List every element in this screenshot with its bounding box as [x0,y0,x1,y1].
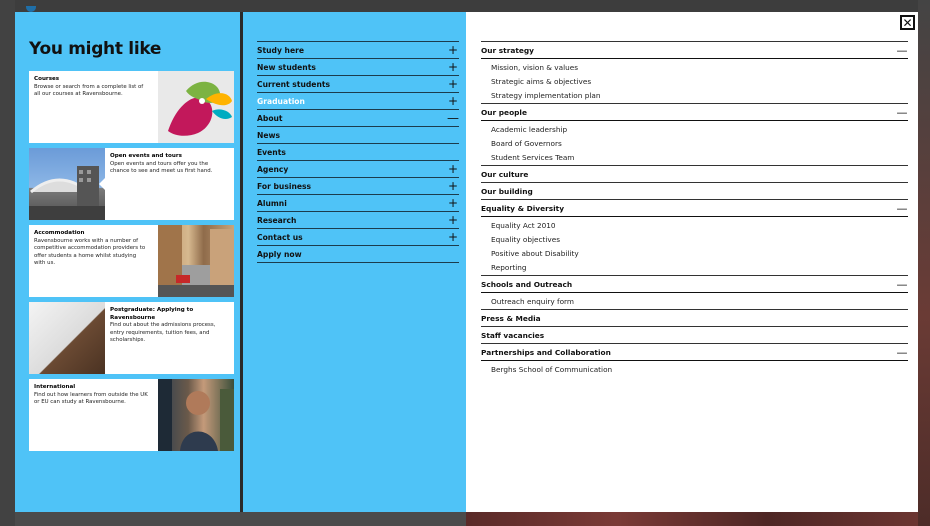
plus-icon[interactable]: + [447,231,459,243]
card-title: Postgraduate: Applying to Ravensbourne [110,307,194,321]
minus-icon[interactable]: — [896,106,908,119]
plus-icon[interactable]: + [447,44,459,56]
about-subnav-panel: ✕ Our strategy — Mission, vision & values… [466,12,918,512]
nav-item-alumni[interactable]: Alumni + [257,194,459,211]
nav-item-study-here[interactable]: Study here + [257,41,459,58]
card-text: Browse or search from a complete list of… [34,83,144,98]
you-might-like-panel: You might like Courses Browse or search … [15,12,240,512]
close-icon[interactable]: ✕ [900,15,915,30]
backdrop-right [918,0,930,526]
card-image [158,379,234,451]
main-nav-panel: Study here + New students + Current studen… [243,12,466,512]
plus-icon[interactable]: + [447,61,459,73]
subnav-link[interactable]: Berghs School of Communication [481,362,908,376]
card-image [29,302,105,374]
card-text: Ravensbourne works with a number of comp… [34,237,146,267]
card-text: Open events and tours offer you the chan… [110,160,213,175]
nav-item-news[interactable]: News [257,126,459,143]
nav-item-research[interactable]: Research + [257,211,459,228]
subnav-link[interactable]: Equality objectives [481,232,908,246]
main-nav: Study here + New students + Current studen… [257,41,459,263]
backdrop-top [0,0,930,12]
nav-item-events[interactable]: Events [257,143,459,160]
subnav-link[interactable]: Mission, vision & values [481,60,908,74]
section-press-media[interactable]: Press & Media [481,309,908,326]
mega-menu-modal: You might like Courses Browse or search … [15,12,918,512]
minus-icon[interactable]: — [447,112,459,124]
minus-icon[interactable]: — [896,44,908,57]
subnav-link[interactable]: Reporting [481,260,908,274]
backdrop-left [0,0,15,526]
subnav-link[interactable]: Academic leadership [481,122,908,136]
nav-item-for-business[interactable]: For business + [257,177,459,194]
plus-icon[interactable]: + [447,214,459,226]
subnav-link[interactable]: Strategic aims & objectives [481,74,908,88]
nav-item-agency[interactable]: Agency + [257,160,459,177]
section-our-strategy[interactable]: Our strategy — [481,41,908,59]
card-accommodation[interactable]: Accommodation Ravensbourne works with a … [29,225,234,297]
section-partnerships[interactable]: Partnerships and Collaboration — [481,343,908,361]
card-postgraduate[interactable]: Postgraduate: Applying to Ravensbourne F… [29,302,234,374]
nav-item-current-students[interactable]: Current students + [257,75,459,92]
section-our-culture[interactable]: Our culture [481,165,908,182]
plus-icon[interactable]: + [447,78,459,90]
section-our-people[interactable]: Our people — [481,103,908,121]
card-open-events[interactable]: Open events and tours Open events and to… [29,148,234,220]
subnav-link[interactable]: Positive about Disability [481,246,908,260]
section-staff-vacancies[interactable]: Staff vacancies [481,326,908,343]
card-courses[interactable]: Courses Browse or search from a complete… [29,71,234,143]
nav-item-new-students[interactable]: New students + [257,58,459,75]
subnav-link[interactable]: Student Services Team [481,150,908,164]
plus-icon[interactable]: + [447,95,459,107]
minus-icon[interactable]: — [896,278,908,291]
backdrop-bottom [466,512,918,526]
nav-item-about[interactable]: About — [257,109,459,126]
minus-icon[interactable]: — [896,202,908,215]
nav-item-graduation[interactable]: Graduation + [257,92,459,109]
subnav-link[interactable]: Strategy implementation plan [481,88,908,102]
minus-icon[interactable]: — [896,346,908,359]
card-title: Courses [34,76,60,82]
about-subnav: Our strategy — Mission, vision & values S… [481,41,908,377]
section-our-building[interactable]: Our building [481,182,908,199]
section-equality-diversity[interactable]: Equality & Diversity — [481,199,908,217]
you-might-like-title: You might like [29,39,162,59]
card-image [29,148,105,220]
card-title: International [34,384,76,390]
subnav-link[interactable]: Board of Governors [481,136,908,150]
nav-item-contact-us[interactable]: Contact us + [257,228,459,245]
card-title: Accommodation [34,230,85,236]
card-text: Find out how learners from outside the U… [34,391,148,406]
plus-icon[interactable]: + [447,163,459,175]
plus-icon[interactable]: + [447,197,459,209]
nav-item-apply-now[interactable]: Apply now [257,245,459,263]
card-title: Open events and tours [110,153,182,159]
card-image [158,71,234,143]
card-text: Find out about the admissions process, e… [110,322,216,343]
card-image [158,225,234,297]
plus-icon[interactable]: + [447,180,459,192]
subnav-link[interactable]: Equality Act 2010 [481,218,908,232]
card-international[interactable]: International Find out how learners from… [29,379,234,451]
section-schools-outreach[interactable]: Schools and Outreach — [481,275,908,293]
subnav-link[interactable]: Outreach enquiry form [481,294,908,308]
